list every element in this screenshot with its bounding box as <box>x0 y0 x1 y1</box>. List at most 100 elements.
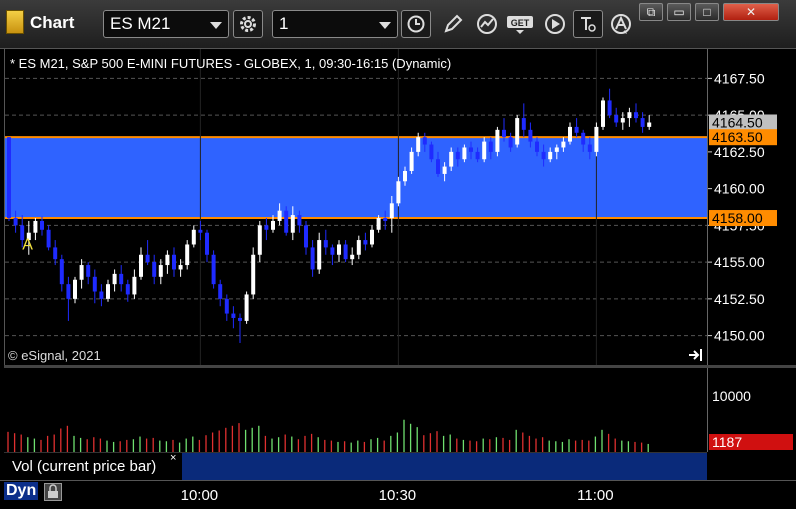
candle-body <box>620 118 625 123</box>
candle-body <box>251 254 256 295</box>
candle-body <box>106 284 110 299</box>
candle-body <box>152 262 157 277</box>
price-plot[interactable]: A <box>4 49 708 365</box>
candle-body <box>488 141 493 152</box>
chevron-down-icon[interactable] <box>210 22 222 29</box>
dynamic-mode-label[interactable]: Dyn <box>4 482 39 500</box>
candle-body <box>40 220 44 230</box>
candle-body <box>264 225 269 230</box>
time-tick-label: 11:00 <box>577 487 614 504</box>
candle-body <box>528 129 533 142</box>
candle-body <box>205 232 209 255</box>
get-icon: GET <box>507 16 533 34</box>
get-data-button[interactable]: GET <box>505 10 535 38</box>
candle-body <box>53 247 58 260</box>
candle-body <box>244 294 249 321</box>
alert-button[interactable] <box>606 10 636 38</box>
candle-body <box>403 170 407 182</box>
interval-value: 1 <box>279 14 289 33</box>
interval-combo[interactable]: 1 <box>272 10 398 38</box>
candle-body <box>284 210 289 233</box>
volume-value-tag: 1187 <box>709 434 793 450</box>
candle-body <box>409 151 414 171</box>
text-tool-icon <box>581 17 596 32</box>
candle-body <box>323 240 328 248</box>
candle-body <box>363 240 368 245</box>
candle-body <box>548 151 553 160</box>
candle-body <box>178 265 183 270</box>
candle-body <box>383 218 388 221</box>
candle-body <box>594 126 599 152</box>
candle-body <box>317 240 322 270</box>
candle-body <box>73 279 77 299</box>
draw-tool-button[interactable] <box>438 10 468 38</box>
close-button[interactable]: ✕ <box>723 3 779 21</box>
candle-body <box>125 284 130 295</box>
candle-body <box>185 244 190 266</box>
candle-body <box>337 244 341 255</box>
candle-body <box>238 317 242 321</box>
candle-body <box>330 247 335 255</box>
play-button[interactable] <box>540 10 570 38</box>
text-tool-button[interactable] <box>573 10 603 38</box>
candle-body <box>640 118 645 127</box>
candle-body <box>535 141 539 152</box>
settings-button[interactable] <box>233 10 263 38</box>
price-tick-label: 4152.50 <box>714 291 765 307</box>
candle-body <box>429 144 434 160</box>
candle-body <box>376 218 381 230</box>
candle-body <box>191 229 196 245</box>
candle-body <box>475 151 480 160</box>
minimize-button[interactable]: ▭ <box>667 3 691 21</box>
candlestick-chart[interactable]: A <box>5 49 708 365</box>
volume-close-icon[interactable]: × <box>170 452 176 464</box>
volume-study-label[interactable]: Vol (current price bar) <box>4 453 182 480</box>
candle-body <box>343 244 348 260</box>
candle-body <box>66 284 71 299</box>
candle-body <box>119 273 124 285</box>
candle-body <box>277 210 282 221</box>
price-axis[interactable]: 4167.504165.004162.504160.004157.504155.… <box>707 49 796 365</box>
candle-body <box>165 254 170 266</box>
candle-body <box>634 112 638 119</box>
candle-body <box>132 276 137 295</box>
chevron-down-icon[interactable] <box>379 22 391 29</box>
maximize-button[interactable]: □ <box>695 3 719 21</box>
zone-lower-tag: 4158.00 <box>712 210 763 226</box>
alert-icon <box>611 14 631 34</box>
window-title: Chart <box>30 13 75 32</box>
candle-body <box>172 254 176 270</box>
candle-body <box>561 141 566 148</box>
candle-body <box>469 147 473 152</box>
studies-button[interactable] <box>472 10 502 38</box>
candle-body <box>482 141 487 160</box>
symbol-combo[interactable]: ES M21 <box>103 10 229 38</box>
chart-window-icon[interactable] <box>6 10 24 34</box>
candle-body <box>46 229 51 248</box>
study-chart-icon <box>477 14 497 34</box>
candle-body <box>112 273 117 285</box>
candle-body <box>581 132 586 145</box>
candle-body <box>297 215 302 226</box>
lock-icon[interactable] <box>44 483 62 501</box>
candle-body <box>304 225 308 248</box>
candle-body <box>416 137 421 152</box>
candle-body <box>614 115 619 123</box>
symbol-value: ES M21 <box>110 14 171 33</box>
chart-header: * ES M21, S&P 500 E-MINI FUTURES - GLOBE… <box>10 56 452 71</box>
volume-bars <box>7 419 649 452</box>
candle-body <box>627 112 632 119</box>
time-axis[interactable]: 10:00 10:30 11:00 <box>0 480 796 509</box>
candle-body <box>521 118 526 130</box>
title-bar: Chart ES M21 1 GET ⧉ ▭ □ ✕ <box>0 0 796 49</box>
volume-plot[interactable] <box>4 368 707 452</box>
time-button[interactable] <box>401 10 431 38</box>
restore-button[interactable]: ⧉ <box>639 3 663 21</box>
price-axis-ticks: 4167.504165.004162.504160.004157.504155.… <box>708 70 777 344</box>
candle-body <box>99 291 104 299</box>
play-icon <box>545 14 565 34</box>
pencil-icon <box>444 14 463 33</box>
current-price-tag: 4164.50 <box>712 114 763 130</box>
volume-axis[interactable]: 10000 1187 <box>707 368 796 452</box>
candle-body <box>455 151 460 160</box>
